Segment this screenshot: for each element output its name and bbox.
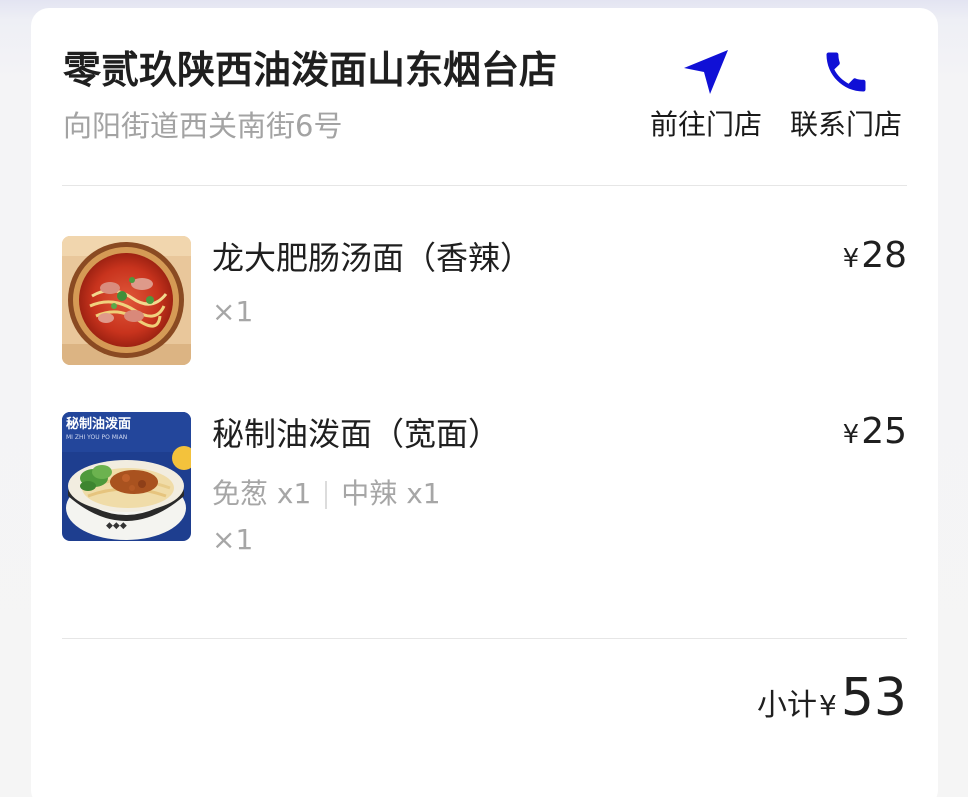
subtotal: 小计 ¥ 53	[757, 668, 907, 728]
order-item: 龙大肥肠汤面（香辣） ¥28 ×1	[62, 234, 907, 366]
contact-label: 联系门店	[789, 108, 902, 141]
item-image	[62, 236, 191, 365]
summary-divider	[62, 638, 907, 639]
navigation-arrow-icon	[641, 46, 771, 102]
header-divider	[62, 185, 907, 186]
currency-symbol: ¥	[842, 244, 860, 274]
store-name: 零贰玖陕西油泼面山东烟台店	[63, 48, 558, 92]
item-name: 龙大肥肠汤面（香辣）	[212, 239, 533, 277]
currency-symbol: ¥	[819, 689, 837, 722]
order-card: 零贰玖陕西油泼面山东烟台店 向阳街道西关南街6号 前往门店 联系门店 龙大肥肠汤…	[31, 8, 938, 797]
image-subtitle-text: MI ZHI YOU PO MIAN	[66, 434, 127, 441]
contact-store-button[interactable]: 联系门店	[781, 46, 911, 142]
price-value: 25	[861, 411, 907, 452]
spec-separator	[325, 481, 328, 509]
navigate-label: 前往门店	[649, 108, 762, 141]
item-quantity: ×1	[212, 523, 254, 556]
spec-option: 中辣 x1	[341, 477, 441, 510]
bowl-logo: ◆◆◆	[106, 521, 127, 531]
image-title-text: 秘制油泼面	[66, 416, 131, 432]
navigate-to-store-button[interactable]: 前往门店	[641, 46, 771, 142]
phone-icon	[781, 46, 911, 102]
item-quantity: ×1	[212, 295, 254, 328]
item-image: 秘制油泼面 MI ZHI YOU PO MIAN ◆◆◆	[62, 412, 191, 541]
item-specs: 免葱 x1 中辣 x1	[212, 476, 441, 512]
price-value: 28	[861, 235, 907, 276]
currency-symbol: ¥	[842, 420, 860, 450]
spec-option: 免葱 x1	[212, 477, 312, 510]
order-item: 秘制油泼面 MI ZHI YOU PO MIAN ◆◆◆ 秘制油泼面（宽面） ¥…	[62, 410, 907, 556]
subtotal-label: 小计	[757, 688, 817, 723]
item-price: ¥25	[843, 410, 907, 460]
subtotal-value: 53	[840, 668, 907, 728]
item-name: 秘制油泼面（宽面）	[212, 415, 501, 453]
item-price: ¥28	[843, 234, 907, 284]
store-address: 向阳街道西关南街6号	[63, 109, 343, 143]
